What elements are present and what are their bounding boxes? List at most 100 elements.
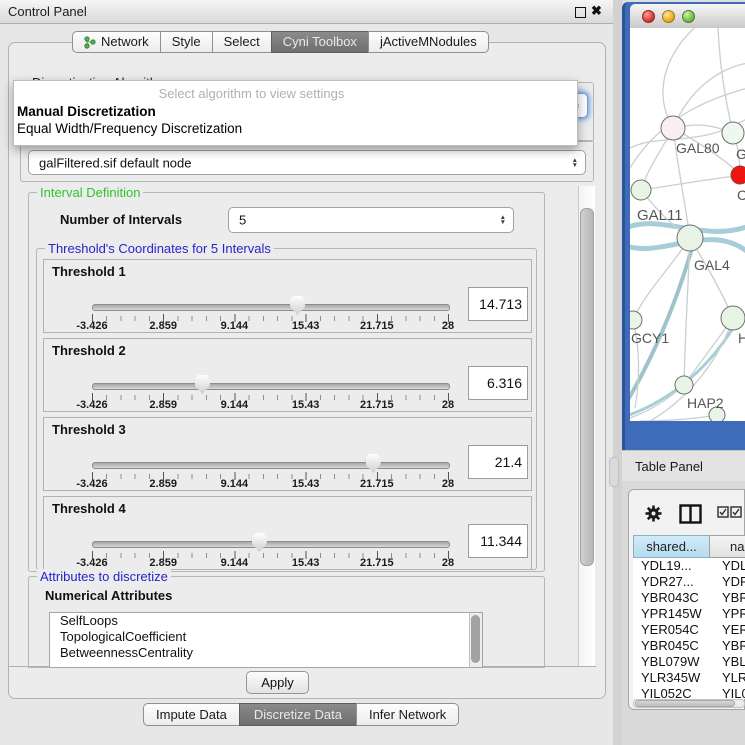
- node-gal11[interactable]: [631, 180, 651, 200]
- tab-impute-data-label: Impute Data: [156, 704, 227, 725]
- table-cell-name: YIL0: [717, 686, 745, 699]
- number-of-intervals-label: Number of Intervals: [60, 212, 182, 227]
- threshold-panel: Threshold 1-3.4262.8599.14415.4321.71528…: [43, 259, 532, 333]
- select-columns-checkbox-icon[interactable]: [717, 506, 743, 518]
- table-panel-title: Table Panel: [635, 459, 703, 474]
- node-h[interactable]: [721, 306, 745, 330]
- slider-scale-label: -3.426: [76, 478, 107, 490]
- node-gal4[interactable]: [677, 225, 703, 251]
- slider-scale-label: 9.144: [221, 320, 249, 332]
- network-graph: GAL80 GA C GAL11 GAL4 GCY1 H HAP2: [630, 28, 745, 421]
- network-icon: [84, 36, 96, 49]
- window-title: Control Panel: [8, 4, 87, 19]
- table-row[interactable]: YBR045CYBR0: [633, 638, 745, 654]
- list-item[interactable]: BetweennessCentrality: [50, 645, 482, 661]
- split-pane-handle[interactable]: [609, 457, 619, 487]
- combo-stepper-icon[interactable]: ▲▼: [500, 215, 506, 225]
- float-window-icon[interactable]: [575, 7, 586, 18]
- tab-jactivemnodules[interactable]: jActiveMNodules: [368, 31, 489, 53]
- slider-thumb[interactable]: [252, 533, 267, 552]
- node-hap2[interactable]: [675, 376, 693, 394]
- close-traffic-light[interactable]: [642, 10, 655, 23]
- numerical-attributes-items: SelfLoopsTopologicalCoefficientBetweenne…: [50, 613, 482, 661]
- number-of-intervals-value: 5: [239, 213, 246, 228]
- slider-scale-label: 28: [442, 320, 454, 332]
- node-table-rows[interactable]: YDL19...YDL1YDR27...YDR2YBR043CYBR0YPR14…: [633, 558, 745, 699]
- zoom-traffic-light[interactable]: [682, 10, 695, 23]
- column-header-name[interactable]: na: [709, 535, 745, 558]
- apply-button[interactable]: Apply: [246, 671, 309, 694]
- threshold-value-box[interactable]: 11.344: [468, 524, 528, 558]
- table-data-group: Table Data galFiltered.sif default node …: [20, 140, 594, 182]
- interval-definition-group-label: Interval Definition: [37, 185, 143, 200]
- table-row[interactable]: YER054CYER0: [633, 622, 745, 638]
- slider-scale-label: 21.715: [360, 320, 394, 332]
- bottom-tab-bar: Impute Data Discretize Data Infer Networ…: [143, 703, 459, 726]
- node-gal80[interactable]: [661, 116, 685, 140]
- control-panel-titlebar: Control Panel ✖: [0, 0, 613, 24]
- close-icon[interactable]: ✖: [591, 3, 602, 19]
- node[interactable]: [722, 122, 744, 144]
- tab-network[interactable]: Network: [72, 31, 161, 53]
- slider-scale-label: 15.43: [292, 478, 320, 490]
- table-horizontal-scrollbar[interactable]: [633, 699, 745, 708]
- attributes-scrollbar[interactable]: [469, 613, 482, 667]
- slider-track[interactable]: [92, 383, 450, 390]
- list-item[interactable]: SelfLoops: [50, 613, 482, 629]
- tab-select[interactable]: Select: [212, 31, 272, 53]
- numerical-attributes-list[interactable]: SelfLoopsTopologicalCoefficientBetweenne…: [49, 612, 483, 668]
- slider-scale: -3.4262.8599.14415.4321.71528: [44, 320, 531, 332]
- column-browser-icon[interactable]: [679, 504, 702, 524]
- table-cell-shared-name: YIL052C: [633, 686, 717, 699]
- network-canvas[interactable]: GAL80 GA C GAL11 GAL4 GCY1 H HAP2: [630, 28, 745, 421]
- column-header-shared-name[interactable]: shared...: [633, 535, 710, 558]
- menu-item-manual-discretization[interactable]: Manual Discretization: [17, 104, 156, 119]
- split-pane-gutter[interactable]: [613, 0, 622, 745]
- slider-thumb[interactable]: [195, 375, 210, 394]
- slider-track[interactable]: [92, 462, 450, 469]
- node-label-hap2: HAP2: [687, 395, 724, 411]
- table-row[interactable]: YBR043CYBR0: [633, 590, 745, 606]
- table-row[interactable]: YDL19...YDL1: [633, 558, 745, 574]
- table-row[interactable]: YIL052CYIL0: [633, 686, 745, 699]
- menu-item-equal-width-frequency[interactable]: Equal Width/Frequency Discretization: [17, 121, 242, 136]
- threshold-value-box[interactable]: 6.316: [468, 366, 528, 400]
- node-red[interactable]: [731, 166, 745, 184]
- slider-thumb[interactable]: [366, 454, 381, 473]
- table-cell-name: YBR0: [717, 590, 745, 606]
- numerical-attributes-label: Numerical Attributes: [45, 588, 172, 603]
- tab-cyni-toolbox[interactable]: Cyni Toolbox: [271, 31, 369, 53]
- threshold-value-box[interactable]: 21.4: [468, 445, 528, 479]
- table-cell-name: YDL1: [717, 558, 745, 574]
- tab-style[interactable]: Style: [160, 31, 213, 53]
- slider-scale-label: 21.715: [360, 478, 394, 490]
- gear-icon[interactable]: [645, 505, 662, 522]
- slider-scale-label: 28: [442, 557, 454, 569]
- table-cell-shared-name: YDL19...: [633, 558, 717, 574]
- table-horizontal-scrollbar-thumb[interactable]: [635, 700, 735, 707]
- attributes-scrollbar-thumb[interactable]: [471, 615, 480, 663]
- table-row[interactable]: YBL079WYBL0: [633, 654, 745, 670]
- list-item[interactable]: TopologicalCoefficient: [50, 629, 482, 645]
- threshold-value-box[interactable]: 14.713: [468, 287, 528, 321]
- table-row[interactable]: YLR345WYLR3: [633, 670, 745, 686]
- attributes-group: Attributes to discretize Numerical Attri…: [28, 576, 545, 668]
- main-vertical-scrollbar-thumb[interactable]: [580, 208, 594, 566]
- slider-track[interactable]: [92, 304, 450, 311]
- combo-stepper-icon[interactable]: ▲▼: [572, 158, 578, 168]
- table-cell-shared-name: YBR045C: [633, 638, 717, 654]
- node-gcy1[interactable]: [630, 311, 642, 329]
- tab-impute-data[interactable]: Impute Data: [143, 703, 240, 726]
- number-of-intervals-combobox[interactable]: 5 ▲▼: [228, 207, 514, 233]
- tab-infer-network[interactable]: Infer Network: [356, 703, 459, 726]
- table-row[interactable]: YPR145WYPR1: [633, 606, 745, 622]
- slider-track[interactable]: [92, 541, 450, 548]
- table-data-combobox[interactable]: galFiltered.sif default node ▲▼: [28, 150, 586, 175]
- algorithm-dropdown-popup: Select algorithm to view settings Manual…: [13, 80, 578, 146]
- tab-discretize-data-label: Discretize Data: [254, 704, 342, 725]
- minimize-traffic-light[interactable]: [662, 10, 675, 23]
- slider-thumb[interactable]: [290, 296, 305, 315]
- tab-discretize-data[interactable]: Discretize Data: [239, 703, 357, 726]
- attributes-group-label: Attributes to discretize: [37, 569, 171, 584]
- table-row[interactable]: YDR27...YDR2: [633, 574, 745, 590]
